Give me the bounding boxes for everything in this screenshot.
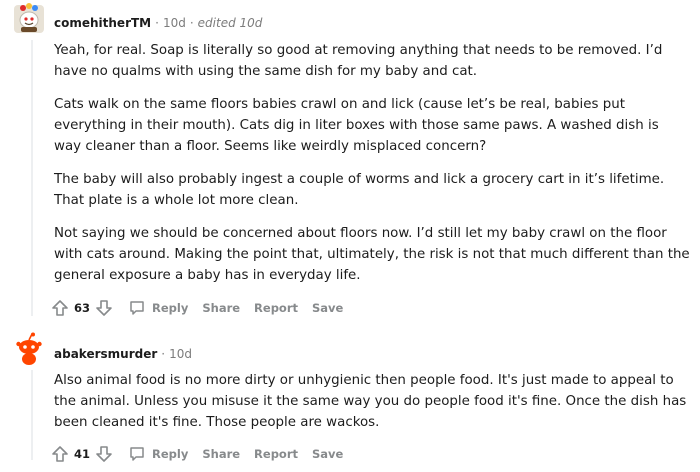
comment-paragraph: Also animal food is no more dirty or unh… — [54, 373, 687, 430]
separator-dot: · — [189, 16, 194, 30]
author-name[interactable]: comehitherTM — [54, 16, 151, 30]
upvote-button[interactable] — [50, 444, 70, 464]
comment-body: Yeah, for real. Soap is literally so goo… — [54, 40, 690, 298]
reply-button[interactable]: Reply — [128, 299, 188, 317]
snoo-avatar-icon — [16, 332, 42, 365]
reply-label: Reply — [152, 447, 189, 461]
report-button[interactable]: Report — [254, 447, 298, 461]
reply-button[interactable]: Reply — [128, 445, 188, 463]
comment-paragraph: The baby will also probably ingest a cou… — [54, 172, 665, 208]
downvote-button[interactable] — [94, 298, 114, 318]
user-avatar[interactable] — [12, 332, 46, 366]
separator-dot: · — [161, 347, 166, 361]
comment-meta: abakersmurder · 10d — [54, 347, 192, 361]
avatar-icon — [14, 3, 44, 33]
save-button[interactable]: Save — [312, 301, 343, 315]
share-button[interactable]: Share — [202, 301, 240, 315]
reply-icon — [130, 301, 144, 315]
reply-label: Reply — [152, 301, 189, 315]
upvote-icon — [52, 446, 68, 462]
separator-dot: · — [155, 16, 159, 30]
reply-icon — [130, 447, 144, 461]
comment-actions: 41 Reply Share Report Save — [50, 442, 343, 466]
downvote-icon — [96, 300, 112, 316]
thread-line[interactable] — [31, 40, 33, 316]
author-name[interactable]: abakersmurder — [54, 347, 157, 361]
vote-count: 63 — [74, 301, 91, 315]
comment-body: Also animal food is no more dirty or unh… — [54, 370, 690, 445]
share-button[interactable]: Share — [202, 447, 240, 461]
comment-meta: comehitherTM · 10d · edited 10d — [54, 16, 262, 30]
upvote-icon — [52, 300, 68, 316]
comment-paragraph: Not saying we should be concerned about … — [54, 226, 690, 283]
edited-label: edited 10d — [197, 16, 263, 30]
comment-actions: 63 Reply Share Report Save — [50, 296, 343, 320]
comment-paragraph: Cats walk on the same floors babies craw… — [54, 97, 659, 154]
timestamp[interactable]: 10d — [163, 16, 186, 30]
save-button[interactable]: Save — [312, 447, 343, 461]
downvote-icon — [96, 446, 112, 462]
user-avatar[interactable] — [12, 2, 46, 36]
thread-line[interactable] — [31, 370, 33, 460]
vote-controls: 41 — [50, 444, 114, 464]
comment-paragraph: Yeah, for real. Soap is literally so goo… — [54, 43, 663, 79]
downvote-button[interactable] — [94, 444, 114, 464]
vote-count: 41 — [74, 447, 91, 461]
vote-controls: 63 — [50, 298, 114, 318]
upvote-button[interactable] — [50, 298, 70, 318]
report-button[interactable]: Report — [254, 301, 298, 315]
timestamp[interactable]: 10d — [169, 347, 192, 361]
